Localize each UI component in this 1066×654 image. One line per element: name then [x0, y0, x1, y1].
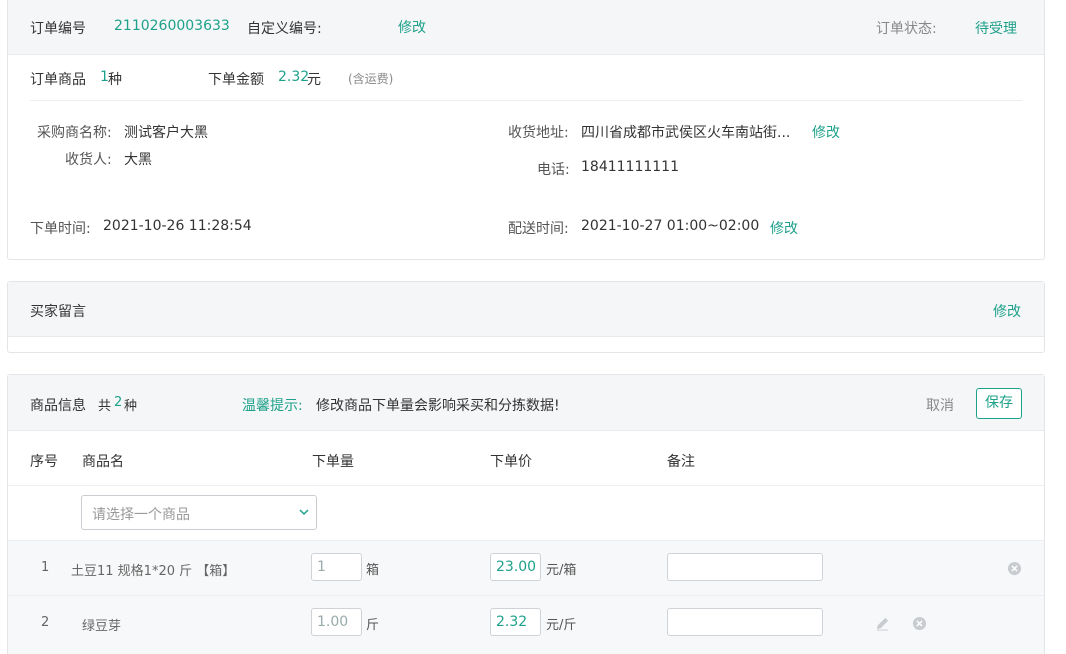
column-header-name: 商品名	[82, 454, 124, 470]
address-value: 四川省成都市武侯区火车南站街...	[581, 125, 791, 141]
note-input[interactable]	[667, 608, 823, 636]
goods-total-count: 2	[114, 395, 123, 410]
remark-header: 买家留言 修改	[8, 282, 1044, 337]
goods-card: 商品信息 共 2 种 温馨提示: 修改商品下单量会影响采买和分拣数据! 取消 保…	[7, 374, 1045, 654]
product-select[interactable]: 请选择一个商品	[81, 495, 317, 530]
edit-custom-id-link[interactable]: 修改	[398, 17, 426, 37]
order-amount-label: 下单金额	[208, 72, 264, 88]
qty-unit: 箱	[366, 563, 380, 578]
price-unit: 元/斤	[546, 618, 577, 633]
phone-value: 18411111111	[581, 159, 679, 175]
edit-remark-link[interactable]: 修改	[993, 301, 1021, 321]
column-header-index: 序号	[30, 454, 58, 470]
buyer-label: 采购商名称:	[37, 125, 112, 141]
goods-header: 商品信息 共 2 种 温馨提示: 修改商品下单量会影响采买和分拣数据! 取消 保…	[8, 375, 1044, 431]
table-row: 1 土豆11 规格1*20 斤 【箱】 1 箱 23.00 元/箱	[8, 541, 1044, 595]
product-select-placeholder: 请选择一个商品	[92, 507, 190, 523]
table-row: 2 绿豆芽 1.00 斤 2.32 元/斤	[8, 596, 1044, 654]
close-circle-icon[interactable]	[1007, 561, 1022, 576]
order-status-value: 待受理	[975, 21, 1017, 37]
order-status-label: 订单状态:	[876, 21, 937, 37]
chevron-down-icon	[299, 509, 309, 516]
order-id-label: 订单编号	[30, 21, 86, 37]
order-time-value: 2021-10-26 11:28:54	[103, 218, 252, 234]
row-product-name: 土豆11 规格1*20 斤 【箱】	[71, 564, 236, 579]
order-goods-unit: 种	[108, 72, 122, 88]
cancel-button[interactable]: 取消	[926, 395, 954, 415]
order-time-label: 下单时间:	[30, 221, 91, 237]
column-header-price: 下单价	[490, 454, 532, 470]
delivery-time-value: 2021-10-27 01:00~02:00	[581, 218, 760, 234]
price-input[interactable]: 2.32	[490, 608, 541, 636]
divider	[8, 485, 1044, 486]
goods-total-prefix: 共	[98, 399, 112, 414]
custom-id-label: 自定义编号:	[247, 21, 322, 37]
price-unit: 元/箱	[546, 563, 577, 578]
column-header-qty: 下单量	[312, 454, 354, 470]
note-input[interactable]	[667, 553, 823, 581]
price-input[interactable]: 23.00	[490, 553, 541, 581]
column-header-note: 备注	[667, 454, 695, 470]
remark-title: 买家留言	[30, 304, 86, 320]
order-goods-label: 订单商品	[30, 72, 86, 88]
address-label: 收货地址:	[508, 125, 569, 141]
buyer-value: 测试客户大黑	[124, 125, 208, 141]
order-header: 订单编号 2110260003633 自定义编号: 修改 订单状态: 待受理	[8, 0, 1044, 55]
pencil-icon[interactable]	[875, 616, 890, 631]
order-amount-unit: 元	[307, 72, 321, 88]
edit-delivery-time-link[interactable]: 修改	[770, 218, 798, 238]
save-button[interactable]: 保存	[976, 388, 1022, 419]
qty-input[interactable]: 1	[311, 553, 362, 581]
goods-title: 商品信息	[30, 398, 86, 414]
order-amount-note: (含运费)	[348, 72, 394, 86]
order-amount-value: 2.32	[278, 69, 310, 85]
qty-input[interactable]: 1.00	[311, 608, 362, 636]
tip-label: 温馨提示:	[242, 398, 303, 414]
close-circle-icon[interactable]	[912, 616, 927, 631]
receiver-label: 收货人:	[65, 152, 112, 168]
tip-text: 修改商品下单量会影响采买和分拣数据!	[316, 398, 560, 414]
phone-label: 电话:	[537, 162, 570, 178]
qty-unit: 斤	[366, 618, 380, 633]
row-product-name: 绿豆芽	[82, 619, 122, 634]
delivery-time-label: 配送时间:	[508, 221, 569, 237]
row-index: 2	[41, 615, 50, 630]
order-id-value: 2110260003633	[114, 18, 230, 34]
receiver-value: 大黑	[124, 152, 152, 168]
buyer-remark-card: 买家留言 修改	[7, 281, 1045, 353]
row-index: 1	[41, 560, 50, 575]
edit-address-link[interactable]: 修改	[812, 122, 840, 142]
goods-total-unit: 种	[124, 399, 138, 414]
divider	[30, 100, 1022, 101]
order-card: 订单编号 2110260003633 自定义编号: 修改 订单状态: 待受理 订…	[7, 0, 1045, 260]
